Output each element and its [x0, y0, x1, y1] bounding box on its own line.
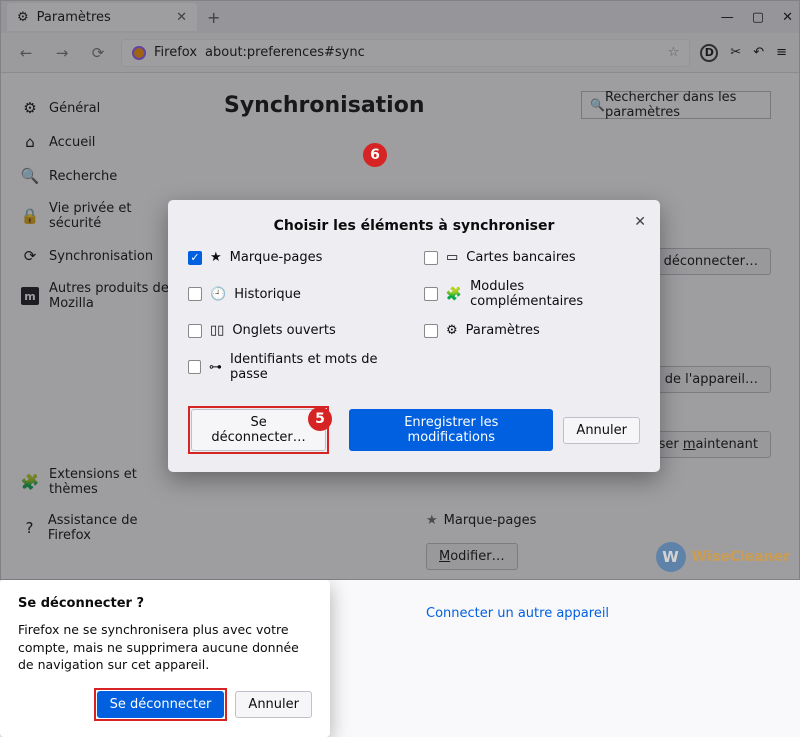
confirm-disconnect-dialog: Se déconnecter ? Firefox ne se synchroni… [0, 580, 330, 737]
dialog-message: Firefox ne se synchronisera plus avec vo… [18, 621, 312, 674]
dialog-title: Se déconnecter ? [18, 596, 312, 611]
cancel-button[interactable]: Annuler [563, 417, 640, 444]
clock-icon: 🕘 [210, 287, 226, 302]
watermark: W WiseCleaner [656, 542, 790, 572]
card-icon: ▭ [446, 250, 458, 265]
checkbox-icon[interactable] [424, 324, 438, 338]
checkbox-icon[interactable] [424, 251, 438, 265]
annotation-badge-6: 6 [363, 143, 387, 167]
connect-device-link[interactable]: Connecter un autre appareil [426, 606, 609, 621]
close-dialog-button[interactable]: ✕ [634, 214, 646, 230]
puzzle-icon: 🧩 [446, 287, 462, 302]
tabs-icon: ▯▯ [210, 323, 224, 338]
choose-sync-dialog: Choisir les éléments à synchroniser ✕ ✓ ★… [168, 200, 660, 472]
sync-opt-history[interactable]: 🕘Historique [188, 279, 404, 309]
sync-opt-tabs[interactable]: ▯▯Onglets ouverts [188, 323, 404, 338]
save-changes-button[interactable]: Enregistrer les modifications [349, 409, 553, 451]
sync-opt-passwords[interactable]: ⊶Identifiants et mots de passe [188, 352, 404, 382]
checkbox-icon[interactable] [188, 324, 202, 338]
sync-opt-addons[interactable]: 🧩Modules complémentaires [424, 279, 640, 309]
star-icon: ★ [210, 250, 222, 265]
checkbox-icon[interactable] [188, 360, 201, 374]
dialog-disconnect-button[interactable]: Se déconnecter… [191, 409, 326, 451]
checkbox-icon[interactable]: ✓ [188, 251, 202, 265]
watermark-icon: W [656, 542, 686, 572]
dialog-title: Choisir les éléments à synchroniser [188, 218, 640, 234]
sync-opt-cards[interactable]: ▭Cartes bancaires [424, 250, 640, 265]
watermark-text: WiseCleaner [692, 549, 790, 565]
gear-icon: ⚙ [446, 323, 458, 338]
confirm-disconnect-button[interactable]: Se déconnecter [97, 691, 225, 718]
checkbox-icon[interactable] [424, 287, 438, 301]
checkbox-icon[interactable] [188, 287, 202, 301]
annotation-badge-5: 5 [308, 407, 332, 431]
sync-opt-bookmarks[interactable]: ✓★Marque-pages [188, 250, 404, 265]
key-icon: ⊶ [209, 360, 222, 375]
sync-opt-settings[interactable]: ⚙Paramètres [424, 323, 640, 338]
cancel-button[interactable]: Annuler [235, 691, 312, 718]
